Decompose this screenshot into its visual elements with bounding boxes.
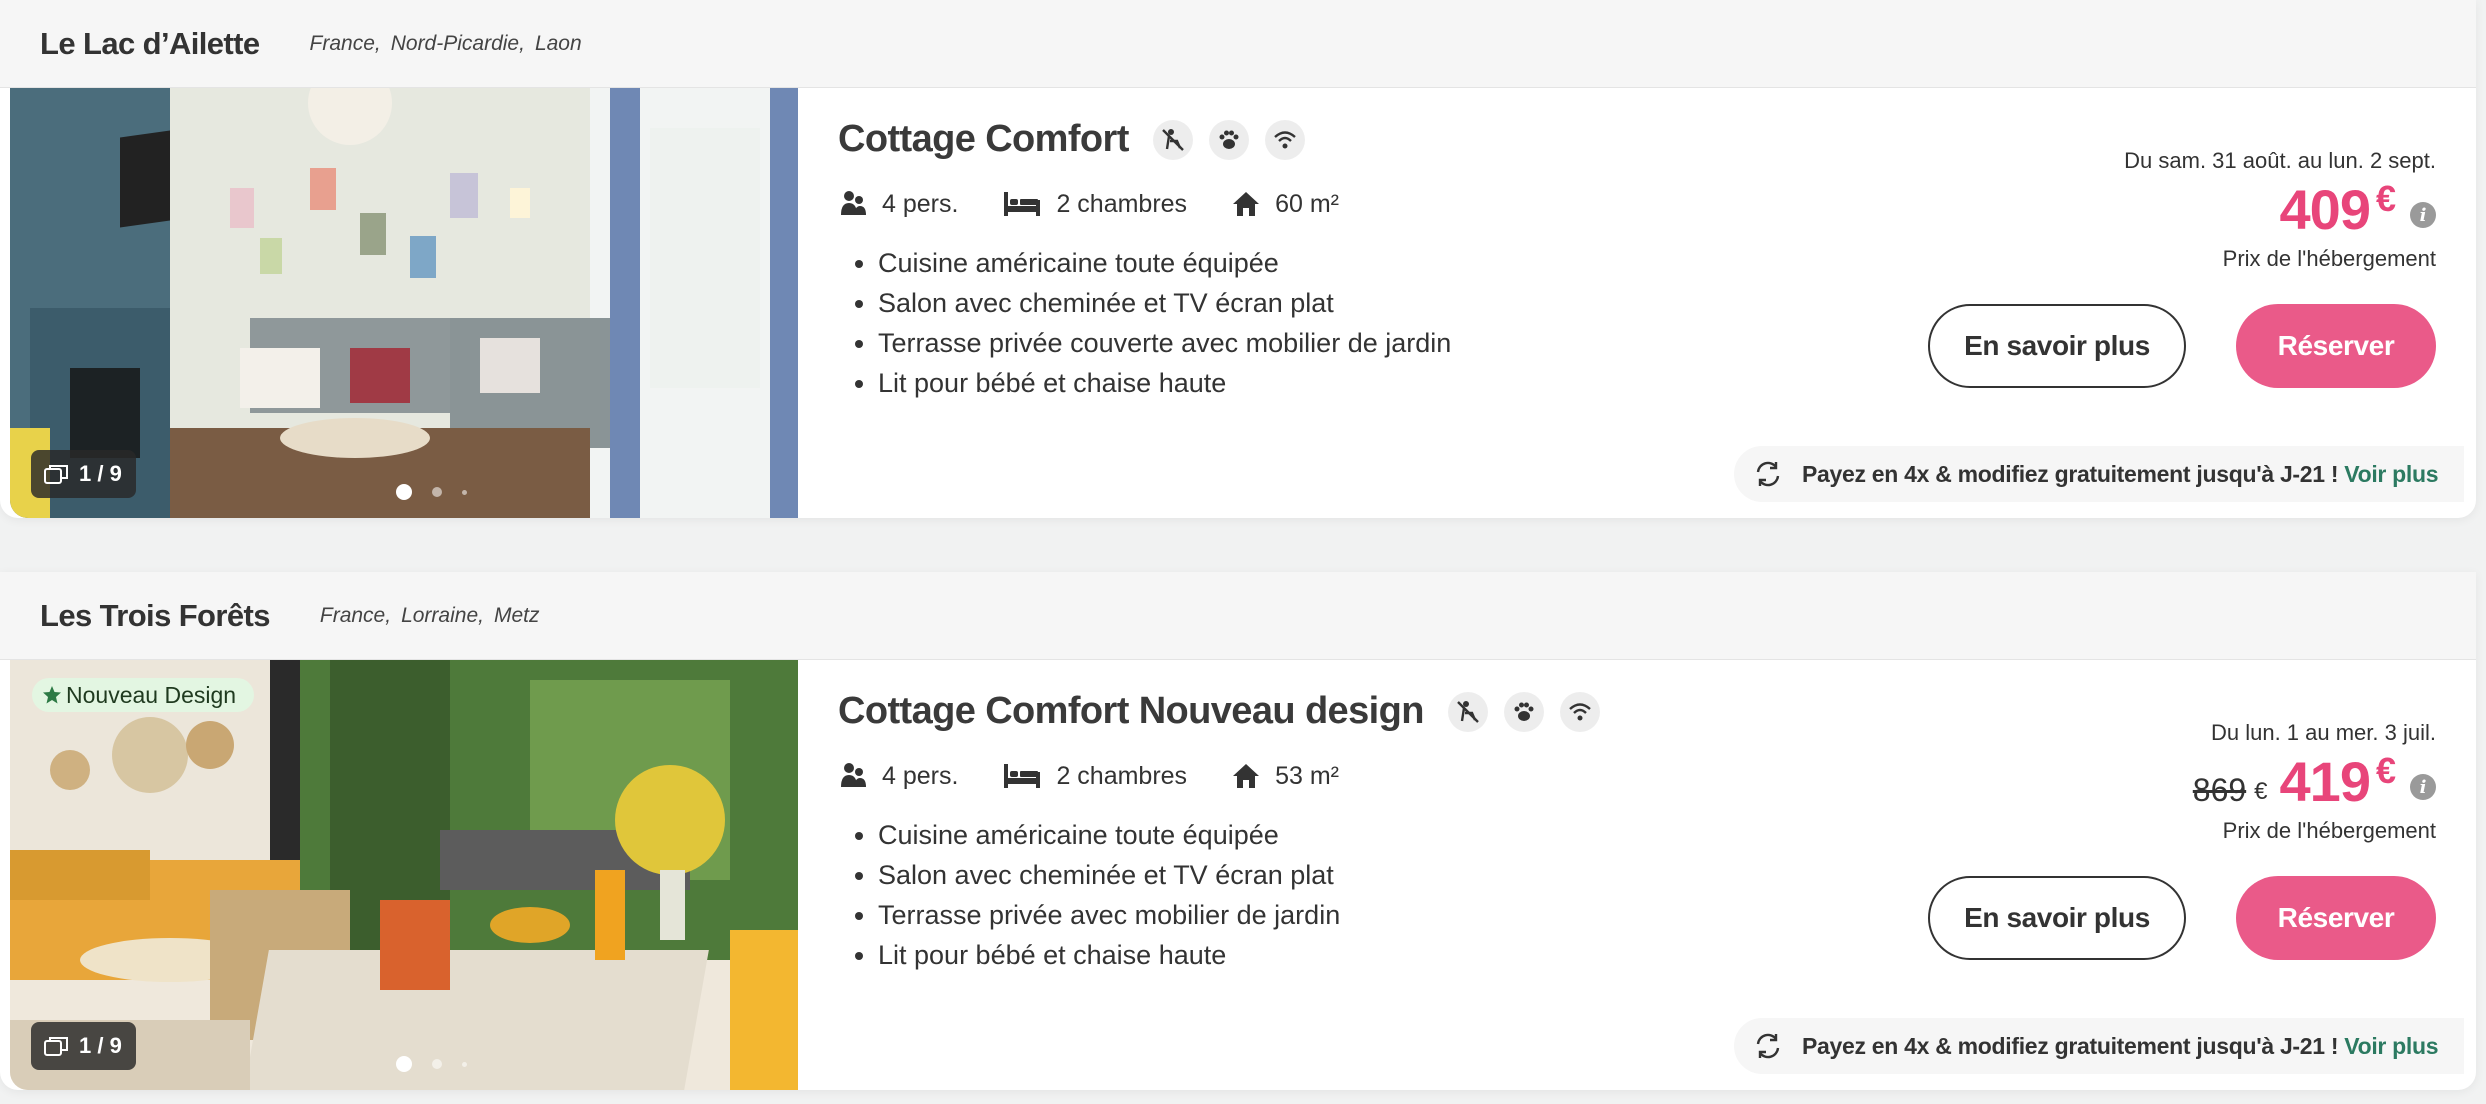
- card-body: Nouveau Design 1 / 9 Cottage Comfort Nou…: [0, 660, 2476, 1090]
- more-info-button[interactable]: En savoir plus: [1928, 876, 2186, 960]
- listing-info: Cottage Comfort Nouveau design 4 pers. 2…: [838, 690, 1738, 975]
- list-item: Cuisine américaine toute équipée: [878, 815, 1738, 855]
- old-price-currency: €: [2254, 778, 2268, 805]
- location-city: Laon: [534, 31, 582, 55]
- payment-text: Payez en 4x & modifiez gratuitement jusq…: [1802, 460, 2339, 487]
- price-label: Prix de l'hébergement: [2222, 246, 2436, 271]
- bed-icon: [1004, 764, 1041, 788]
- location-region: Lorraine: [401, 603, 479, 627]
- wifi-icon: [1264, 119, 1305, 160]
- site-location: France, Lorraine, Metz: [319, 603, 540, 627]
- list-item: Salon avec cheminée et TV écran plat: [878, 855, 1738, 895]
- amenities-list: Cuisine américaine toute équipée Salon a…: [838, 243, 1738, 403]
- specs-row: 4 pers. 2 chambres 53 m²: [838, 761, 1738, 791]
- listing-photo-carousel[interactable]: 1 / 9: [10, 88, 798, 518]
- house-icon: [1233, 764, 1260, 788]
- spec-area: 53 m²: [1231, 761, 1339, 791]
- old-price-value: 869: [2192, 772, 2247, 808]
- refresh-icon: [1756, 461, 1780, 487]
- carousel-dot[interactable]: [432, 1059, 442, 1069]
- payment-banner: Payez en 4x & modifiez gratuitement jusq…: [1734, 1018, 2464, 1074]
- persons-icon: [841, 191, 866, 215]
- specs-row: 4 pers. 2 chambres 60 m²: [838, 189, 1738, 219]
- see-more-link[interactable]: Voir plus: [2344, 1033, 2438, 1060]
- location-region: Nord-Picardie: [390, 31, 520, 55]
- amenities-list: Cuisine américaine toute équipée Salon a…: [838, 815, 1738, 975]
- book-button[interactable]: Réserver: [2236, 304, 2436, 388]
- carousel-dot[interactable]: [462, 489, 467, 495]
- new-design-badge: Nouveau Design: [32, 678, 255, 712]
- gallery-icon: [44, 465, 68, 484]
- site-name[interactable]: Les Trois Forêts: [40, 598, 270, 634]
- info-icon[interactable]: i: [2410, 202, 2436, 228]
- price-row: 409 € i: [1876, 178, 2436, 241]
- carousel-dots: [396, 1056, 467, 1072]
- refresh-icon: [1756, 1033, 1780, 1059]
- title-row: Cottage Comfort: [838, 118, 1738, 161]
- location-country: France: [319, 603, 386, 627]
- price-block: Du lun. 1 au mer. 3 juil. 869 € 419 € i …: [1876, 720, 2436, 844]
- persons-icon: [841, 763, 866, 787]
- spec-area: 60 m²: [1231, 189, 1339, 219]
- listing-photo-carousel[interactable]: Nouveau Design 1 / 9: [10, 660, 798, 1090]
- stay-dates: Du lun. 1 au mer. 3 juil.: [2210, 720, 2436, 745]
- title-row: Cottage Comfort Nouveau design: [838, 690, 1738, 733]
- listing-card: Les Trois Forêts France, Lorraine, Metz: [0, 572, 2476, 1090]
- list-item: Lit pour bébé et chaise haute: [878, 363, 1738, 403]
- photo-counter-label: 1 / 9: [79, 1033, 122, 1058]
- carousel-dots: [396, 484, 467, 500]
- spec-persons: 4 pers.: [838, 761, 958, 791]
- stay-dates: Du sam. 31 août. au lun. 2 sept.: [2124, 148, 2436, 173]
- price-currency: €: [2375, 750, 2396, 791]
- location-country: France: [309, 31, 375, 55]
- pet-paw-icon: [1503, 691, 1544, 732]
- payment-text: Payez en 4x & modifiez gratuitement jusq…: [1802, 1032, 2339, 1059]
- wifi-icon: [1559, 691, 1600, 732]
- accommodation-title[interactable]: Cottage Comfort Nouveau design: [838, 690, 1424, 733]
- bed-icon: [1004, 192, 1041, 216]
- price-currency: €: [2375, 178, 2396, 219]
- card-header: Le Lac d’Ailette France, Nord-Picardie, …: [0, 0, 2476, 88]
- house-icon: [1233, 192, 1260, 216]
- spec-bedrooms: 2 chambres: [1002, 762, 1187, 791]
- listing-card: Le Lac d’Ailette France, Nord-Picardie, …: [0, 0, 2476, 518]
- carousel-dot-active[interactable]: [396, 484, 412, 500]
- list-item: Terrasse privée avec mobilier de jardin: [878, 895, 1738, 935]
- info-icon[interactable]: i: [2410, 774, 2436, 800]
- carousel-dot[interactable]: [432, 487, 442, 497]
- site-location: France, Nord-Picardie, Laon: [309, 31, 582, 55]
- list-item: Salon avec cheminée et TV écran plat: [878, 283, 1738, 323]
- no-smoking-icon: [1447, 691, 1488, 732]
- price-value: 419: [2279, 750, 2371, 813]
- listing-info: Cottage Comfort 4 pers. 2 chambres 60 m²…: [838, 118, 1738, 403]
- photo-counter: 1 / 9: [31, 450, 136, 498]
- see-more-link[interactable]: Voir plus: [2344, 461, 2438, 488]
- site-name[interactable]: Le Lac d’Ailette: [40, 26, 260, 62]
- pet-paw-icon: [1208, 119, 1249, 160]
- price-value: 409: [2279, 178, 2371, 241]
- more-info-button[interactable]: En savoir plus: [1928, 304, 2186, 388]
- list-item: Lit pour bébé et chaise haute: [878, 935, 1738, 975]
- carousel-dot-active[interactable]: [396, 1056, 412, 1072]
- list-item: Terrasse privée couverte avec mobilier d…: [878, 323, 1738, 363]
- price-block: Du sam. 31 août. au lun. 2 sept. 409 € i…: [1876, 148, 2436, 272]
- location-city: Metz: [493, 603, 540, 627]
- gallery-icon: [44, 1037, 68, 1056]
- star-leaf-icon: [43, 686, 61, 704]
- spec-bedrooms: 2 chambres: [1002, 190, 1187, 219]
- photo-counter: 1 / 9: [31, 1022, 136, 1070]
- payment-banner: Payez en 4x & modifiez gratuitement jusq…: [1734, 446, 2464, 502]
- card-header: Les Trois Forêts France, Lorraine, Metz: [0, 572, 2476, 660]
- no-smoking-icon: [1152, 119, 1193, 160]
- price-label: Prix de l'hébergement: [2222, 818, 2436, 843]
- price-row: 869 € 419 € i: [1876, 750, 2436, 813]
- spec-persons: 4 pers.: [838, 189, 958, 219]
- photo-counter-label: 1 / 9: [79, 461, 122, 486]
- accommodation-title[interactable]: Cottage Comfort: [838, 118, 1129, 161]
- list-item: Cuisine américaine toute équipée: [878, 243, 1738, 283]
- carousel-dot[interactable]: [462, 1061, 467, 1067]
- card-body: 1 / 9 Cottage Comfort 4 pers. 2 chambres…: [0, 88, 2476, 518]
- book-button[interactable]: Réserver: [2236, 876, 2436, 960]
